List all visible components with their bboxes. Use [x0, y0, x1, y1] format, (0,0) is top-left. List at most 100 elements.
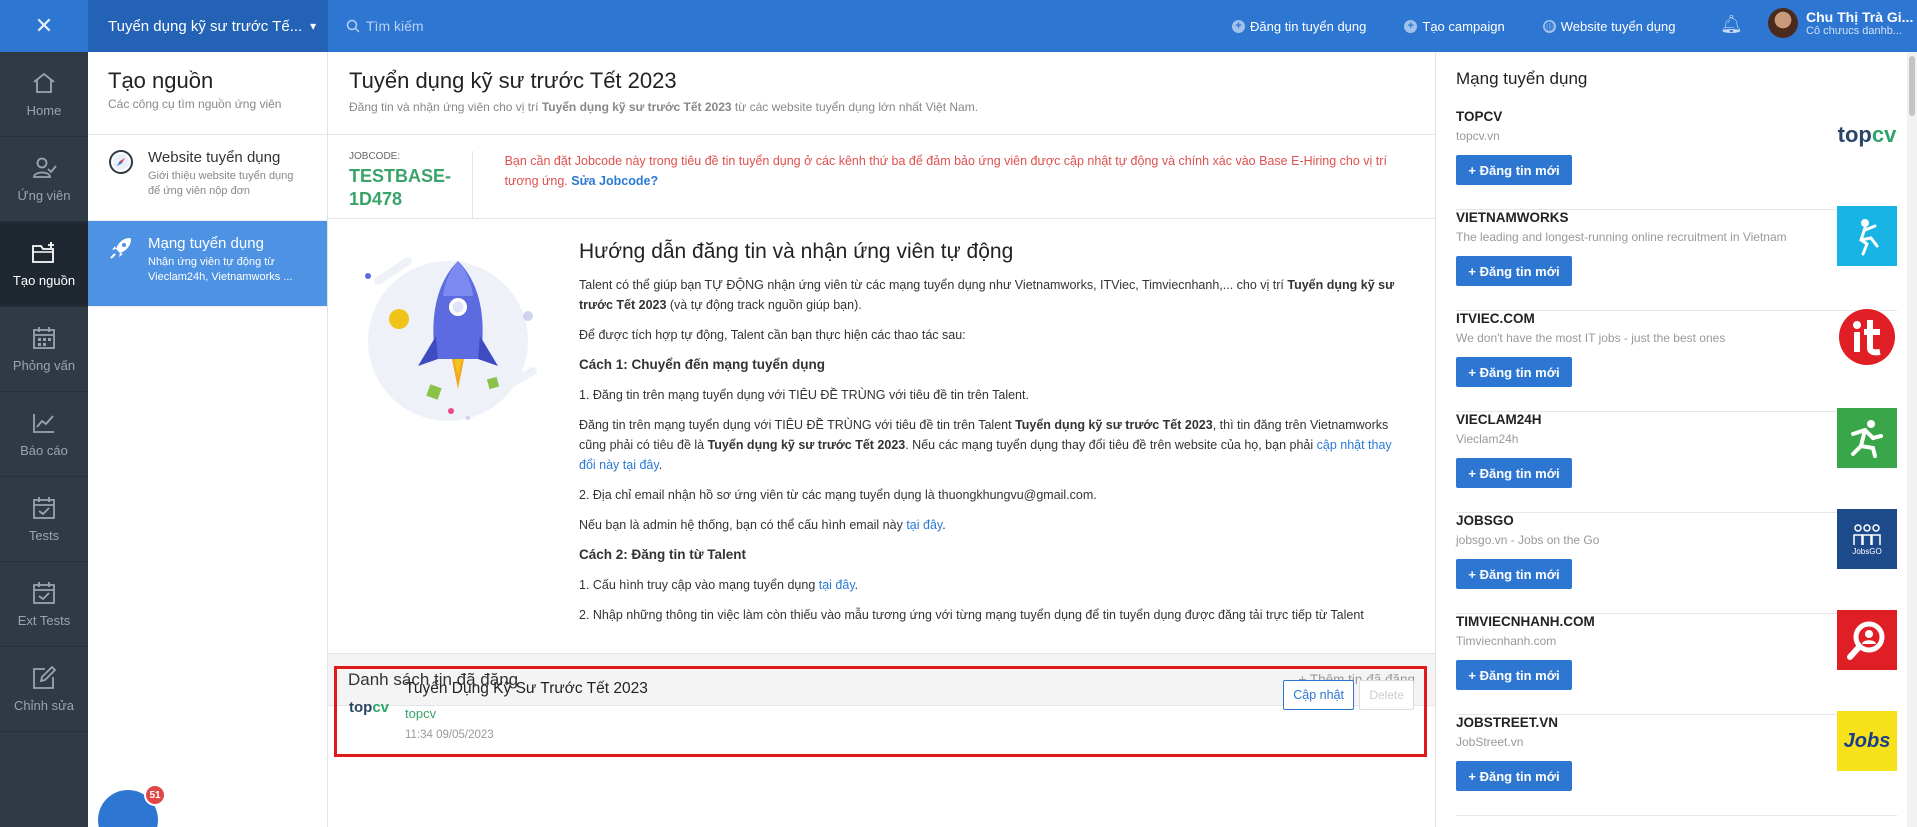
network-desc: Timviecnhanh.com: [1456, 634, 1557, 648]
network-desc: JobStreet.vn: [1456, 735, 1524, 749]
create-campaign-label: Tạo campaign: [1422, 18, 1505, 34]
sidebar-item-title: Website tuyển dụng: [148, 149, 281, 166]
nav-item-candidates[interactable]: Ứng viên: [0, 137, 88, 222]
guide-step: 1. Cấu hình truy cập vào mạng tuyển dụng…: [579, 578, 859, 592]
left-nav: Home Ứng viên Tạo nguồn Phỏng vấn Báo cá…: [0, 52, 88, 827]
job-selector[interactable]: Tuyển dụng kỹ sư trước Tế... ▾: [88, 0, 328, 52]
nav-label: Chỉnh sửa: [13, 697, 74, 713]
network-name: TIMVIECNHANH.COM: [1456, 614, 1595, 629]
guide-method-2-title: Cách 2: Đăng tin từ Talent: [579, 547, 747, 562]
edit-icon: [33, 665, 57, 689]
network-item-jobsgo: JOBSGO jobsgo.vn - Jobs on the Go + Đăng…: [1456, 509, 1897, 614]
sidebar-item-desc: Nhận ứng viên tự động từ Vieclam24h, Vie…: [148, 256, 293, 283]
calendar-icon: [33, 326, 55, 349]
sidebar-title: Tạo nguồn: [108, 68, 214, 93]
edit-jobcode-link[interactable]: Sửa Jobcode?: [571, 174, 658, 188]
jobstreet-logo: Jobs: [1837, 711, 1897, 771]
delete-button[interactable]: Delete: [1359, 680, 1414, 710]
guide-title: Hướng dẫn đăng tin và nhận ứng viên tự đ…: [579, 240, 1014, 263]
nav-label: Tạo nguồn: [12, 272, 76, 288]
nav-item-tests[interactable]: Tests: [0, 477, 88, 562]
jobcode-label: JOBCODE:: [349, 151, 401, 162]
sidebar-item-desc: Giới thiệu website tuyển dụng để ứng viê…: [148, 170, 294, 197]
networks-title: Mạng tuyển dụng: [1456, 69, 1588, 88]
nav-item-reports[interactable]: Báo cáo: [0, 392, 88, 477]
post-new-button[interactable]: + Đăng tin mới: [1456, 357, 1572, 387]
vietnamworks-logo: [1837, 206, 1897, 266]
timviecnhanh-logo: [1837, 610, 1897, 670]
network-item-timviecnhanh: TIMVIECNHANH.COM Timviecnhanh.com + Đăng…: [1456, 610, 1897, 715]
post-new-button[interactable]: + Đăng tin mới: [1456, 660, 1572, 690]
rocket-icon: [110, 238, 131, 259]
guide-instruction: Để được tích hợp tự động, Talent cần bạn…: [579, 328, 966, 342]
network-name: VIECLAM24H: [1456, 412, 1542, 427]
candidate-icon: [33, 157, 57, 178]
compass-icon: [109, 150, 133, 174]
update-button[interactable]: Cập nhật: [1283, 680, 1354, 710]
nav-item-home[interactable]: Home: [0, 52, 88, 137]
post-job-button[interactable]: + Đăng tin tuyển dụng: [1232, 19, 1366, 34]
page-title: Tuyển dụng kỹ sư trước Tết 2023: [349, 68, 677, 93]
sidebar-item-title: Mạng tuyển dụng: [148, 235, 264, 252]
email-config-link[interactable]: tại đây: [906, 518, 942, 532]
user-menu[interactable]: Chu Thị Trà Gi... Cô chưucs danhb...: [1768, 8, 1913, 38]
nav-item-ext-tests[interactable]: Ext Tests: [0, 562, 88, 647]
sidebar-subtitle: Các công cụ tìm nguồn ứng viên: [108, 97, 282, 111]
search-box[interactable]: Tìm kiếm: [346, 0, 424, 52]
user-role: Cô chưucs danhb...: [1806, 25, 1903, 37]
user-name: Chu Thị Trà Gi...: [1806, 9, 1914, 25]
calendar-check-icon: [33, 496, 55, 519]
nav-item-sourcing[interactable]: Tạo nguồn: [0, 222, 88, 307]
network-name: VIETNAMWORKS: [1456, 210, 1569, 225]
post-new-button[interactable]: + Đăng tin mới: [1456, 559, 1572, 589]
network-item-vieclam24h: VIECLAM24H Vieclam24h + Đăng tin mới: [1456, 408, 1897, 513]
avatar: [1768, 8, 1798, 38]
globe-icon: ◍: [1542, 19, 1556, 33]
post-job-label: Đăng tin tuyển dụng: [1250, 18, 1367, 34]
sourcing-sidebar: Tạo nguồn Các công cụ tìm nguồn ứng viên…: [88, 52, 328, 827]
nav-label: Ext Tests: [17, 612, 71, 628]
scrollbar-thumb[interactable]: [1909, 56, 1915, 116]
guide-step: 2. Nhập những thông tin việc làm còn thi…: [579, 608, 1364, 622]
create-campaign-button[interactable]: + Tạo campaign: [1404, 18, 1505, 34]
post-new-button[interactable]: + Đăng tin mới: [1456, 256, 1572, 286]
nav-label: Home: [26, 102, 62, 118]
sidebar-item-career-website[interactable]: Website tuyển dụng Giới thiệu website tu…: [88, 135, 327, 221]
nav-item-settings[interactable]: Chỉnh sửa: [0, 647, 88, 732]
network-item-itviec: ITVIEC.COM We don't have the most IT job…: [1456, 309, 1897, 412]
vieclam24h-logo: [1837, 408, 1897, 468]
plus-circle-icon: +: [1232, 19, 1245, 33]
sidebar-item-job-networks[interactable]: Mạng tuyển dụng Nhận ứng viên tự động từ…: [88, 221, 327, 307]
network-desc: Vieclam24h: [1456, 432, 1519, 446]
close-button[interactable]: ✕: [0, 0, 88, 52]
rocket-illustration: [365, 257, 537, 421]
top-bar: ✕ Tuyển dụng kỹ sư trước Tế... ▾ Tìm kiế…: [0, 0, 1917, 52]
guide-section: Hướng dẫn đăng tin và nhận ứng viên tự đ…: [328, 219, 1435, 653]
bell-icon[interactable]: 🔔︎: [1720, 14, 1743, 35]
network-name: ITVIEC.COM: [1456, 311, 1535, 326]
post-new-button[interactable]: + Đăng tin mới: [1456, 155, 1572, 185]
search-input[interactable]: Tìm kiếm: [366, 18, 424, 34]
calendar-check-icon: [33, 581, 55, 604]
career-website-button[interactable]: ◍ Website tuyển dụng: [1542, 19, 1675, 34]
posted-job-title: Tuyển Dụng Kỹ Sư Trước Tết 2023: [405, 680, 648, 697]
access-config-link[interactable]: tại đây: [819, 578, 855, 592]
notification-count-badge: 51: [144, 784, 166, 806]
jobcode-section: JOBCODE: TESTBASE-1D478 Bạn cần đặt Jobc…: [328, 135, 1435, 219]
post-new-button[interactable]: + Đăng tin mới: [1456, 761, 1572, 791]
topcv-logo: topcv: [1837, 122, 1897, 147]
close-icon: ✕: [34, 13, 54, 38]
scrollbar[interactable]: [1907, 52, 1917, 827]
home-icon: [33, 72, 55, 93]
network-desc: The leading and longest-running online r…: [1456, 230, 1787, 244]
network-item-vietnamworks: VIETNAMWORKS The leading and longest-run…: [1456, 206, 1897, 311]
topcv-logo: topcv: [349, 699, 390, 716]
nav-label: Phỏng vấn: [12, 357, 76, 373]
job-selector-label: Tuyển dụng kỹ sư trước Tế...: [108, 17, 303, 35]
chevron-down-icon: ▾: [310, 19, 317, 33]
post-new-button[interactable]: + Đăng tin mới: [1456, 458, 1572, 488]
guide-step-detail: Đăng tin trên mạng tuyển dụng với TIÊU Đ…: [579, 418, 1392, 472]
chart-icon: [33, 413, 54, 433]
nav-item-interview[interactable]: Phỏng vấn: [0, 307, 88, 392]
nav-label: Tests: [28, 527, 60, 543]
